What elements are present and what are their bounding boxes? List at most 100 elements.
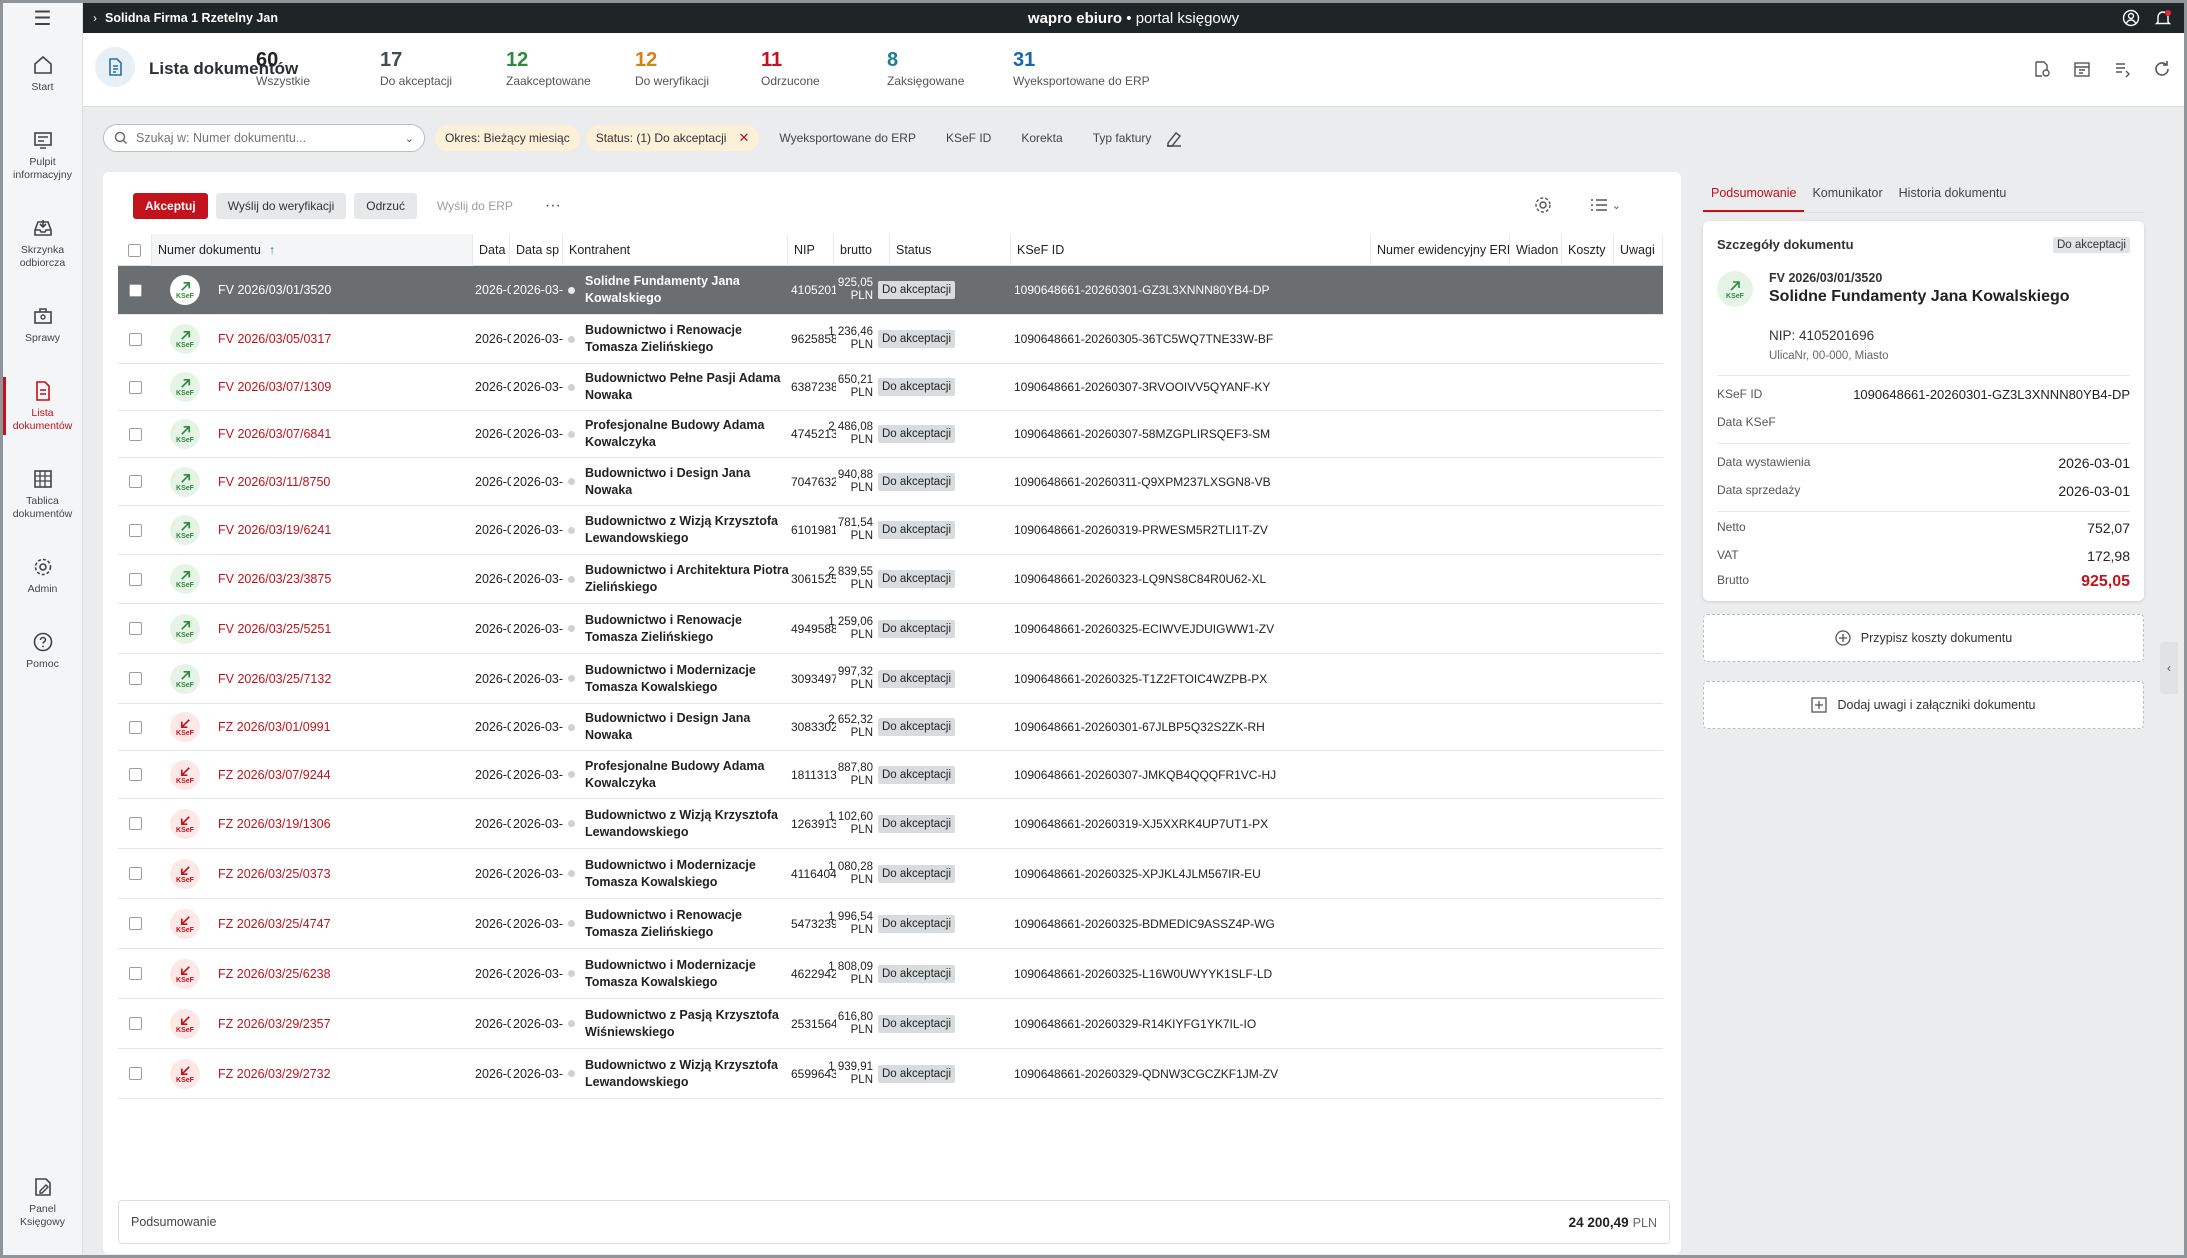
table-row[interactable]: KSeFFZ 2026/03/29/23572026-03-2026-03-Bu… bbox=[118, 999, 1663, 1049]
nav-item-accountant-panel[interactable]: Panel Księgowy bbox=[3, 1167, 82, 1237]
filter-chip-ksef[interactable]: KSeF ID bbox=[936, 125, 1001, 151]
row-checkbox[interactable] bbox=[128, 867, 142, 880]
column-header-11[interactable]: Koszty bbox=[1562, 234, 1614, 266]
table-row[interactable]: KSeFFV 2026/03/25/71322026-03-2026-03-Bu… bbox=[118, 654, 1663, 704]
column-header-12[interactable]: Uwagi bbox=[1614, 234, 1663, 266]
column-header-9[interactable]: Numer ewidencyjny ERP bbox=[1371, 234, 1510, 266]
stat-4[interactable]: 12 Do weryfikacji bbox=[635, 49, 709, 88]
row-checkbox-cell[interactable] bbox=[118, 799, 152, 848]
row-checkbox[interactable] bbox=[128, 283, 142, 297]
row-checkbox-cell[interactable] bbox=[118, 411, 152, 457]
document-number[interactable]: FV 2026/03/11/8750 bbox=[218, 458, 473, 505]
select-all-checkbox[interactable] bbox=[128, 243, 141, 257]
refresh-icon[interactable] bbox=[2152, 59, 2172, 79]
row-checkbox-cell[interactable] bbox=[118, 704, 152, 750]
send-to-erp-button[interactable]: Wyślij do ERP bbox=[425, 193, 525, 219]
document-number[interactable]: FZ 2026/03/29/2357 bbox=[218, 999, 473, 1048]
document-number[interactable]: FZ 2026/03/01/0991 bbox=[218, 704, 473, 750]
column-header-5[interactable]: NIP bbox=[788, 234, 834, 266]
row-checkbox[interactable] bbox=[128, 523, 142, 537]
row-checkbox-cell[interactable] bbox=[118, 751, 152, 798]
filter-chip-period[interactable]: Okres: Bieżący miesiąc bbox=[435, 125, 580, 151]
filter-chip-status[interactable]: Status: (1) Do akceptacji ✕ bbox=[585, 125, 760, 151]
nav-item-admin-gear[interactable]: Admin bbox=[3, 547, 82, 604]
user-account-icon[interactable] bbox=[2122, 9, 2140, 27]
document-number[interactable]: FZ 2026/03/25/0373 bbox=[218, 849, 473, 898]
row-checkbox-cell[interactable] bbox=[118, 315, 152, 363]
column-header-7[interactable]: Status bbox=[890, 234, 1011, 266]
close-icon[interactable]: ✕ bbox=[738, 130, 749, 146]
nav-item-home[interactable]: Start bbox=[3, 45, 82, 102]
clear-filters-eraser-icon[interactable] bbox=[1165, 129, 1183, 147]
row-checkbox-cell[interactable] bbox=[118, 506, 152, 554]
row-checkbox-cell[interactable] bbox=[118, 654, 152, 703]
column-header-3[interactable]: Data sp bbox=[510, 234, 563, 266]
table-row[interactable]: KSeFFV 2026/03/01/35202026-03-2026-03-So… bbox=[118, 266, 1663, 315]
row-checkbox[interactable] bbox=[128, 622, 142, 635]
send-to-verification-button[interactable]: Wyślij do weryfikacji bbox=[215, 193, 347, 219]
row-checkbox-cell[interactable] bbox=[118, 364, 152, 410]
column-header-8[interactable]: KSeF ID bbox=[1011, 234, 1371, 266]
document-number[interactable]: FZ 2026/03/19/1306 bbox=[218, 799, 473, 848]
search-input[interactable] bbox=[136, 131, 405, 145]
row-checkbox[interactable] bbox=[128, 427, 142, 441]
row-checkbox-cell[interactable] bbox=[118, 555, 152, 603]
column-header-10[interactable]: Wiadon bbox=[1510, 234, 1562, 266]
document-number[interactable]: FZ 2026/03/29/2732 bbox=[218, 1049, 473, 1098]
row-checkbox[interactable] bbox=[128, 572, 142, 586]
assign-costs-button[interactable]: Przypisz koszty dokumentu bbox=[1703, 614, 2144, 662]
company-selector[interactable]: Solidna Firma 1 Rzetelny Jan bbox=[105, 11, 278, 25]
stat-2[interactable]: 17 Do akceptacji bbox=[380, 49, 452, 88]
document-number[interactable]: FZ 2026/03/25/4747 bbox=[218, 899, 473, 948]
table-row[interactable]: KSeFFZ 2026/03/29/27322026-03-2026-03-Bu… bbox=[118, 1049, 1663, 1099]
tab-summary[interactable]: Podsumowanie bbox=[1703, 178, 1805, 212]
document-number[interactable]: FV 2026/03/25/5251 bbox=[218, 604, 473, 653]
table-row[interactable]: KSeFFV 2026/03/23/38752026-03-2026-03-Bu… bbox=[118, 555, 1663, 604]
document-number[interactable]: FV 2026/03/19/6241 bbox=[218, 506, 473, 554]
table-row[interactable]: KSeFFV 2026/03/07/13092026-03-2026-03-Bu… bbox=[118, 364, 1663, 411]
document-number[interactable]: FV 2026/03/07/1309 bbox=[218, 364, 473, 410]
row-checkbox-cell[interactable] bbox=[118, 849, 152, 898]
nav-item-briefcase[interactable]: Sprawy bbox=[3, 296, 82, 353]
nav-item-table[interactable]: Tablica dokumentów bbox=[3, 459, 82, 529]
row-checkbox[interactable] bbox=[128, 1017, 142, 1030]
settings-gear-icon[interactable] bbox=[1534, 196, 1552, 214]
table-row[interactable]: KSeFFZ 2026/03/07/92442026-03-2026-03-Pr… bbox=[118, 751, 1663, 799]
row-checkbox[interactable] bbox=[128, 672, 142, 685]
row-checkbox-cell[interactable] bbox=[118, 999, 152, 1048]
row-checkbox-cell[interactable] bbox=[118, 949, 152, 998]
search-box[interactable]: ⌄ bbox=[103, 124, 425, 152]
row-checkbox[interactable] bbox=[128, 1067, 142, 1080]
stat-3[interactable]: 12 Zaakceptowane bbox=[506, 49, 591, 88]
column-header-1[interactable]: Numer dokumentu ↑ bbox=[152, 234, 473, 266]
nav-item-inbox[interactable]: Skrzynka odbiorcza bbox=[3, 208, 82, 278]
more-actions-button[interactable]: ··· bbox=[533, 193, 573, 219]
table-row[interactable]: KSeFFV 2026/03/25/52512026-03-2026-03-Bu… bbox=[118, 604, 1663, 654]
table-row[interactable]: KSeFFZ 2026/03/25/47472026-03-2026-03-Bu… bbox=[118, 899, 1663, 949]
document-number[interactable]: FZ 2026/03/07/9244 bbox=[218, 751, 473, 798]
document-number[interactable]: FV 2026/03/23/3875 bbox=[218, 555, 473, 603]
document-number[interactable]: FV 2026/03/25/7132 bbox=[218, 654, 473, 703]
filter-chip-invoice-type[interactable]: Typ faktury bbox=[1083, 125, 1162, 151]
table-row[interactable]: KSeFFZ 2026/03/01/09912026-03-2026-03-Bu… bbox=[118, 704, 1663, 751]
row-checkbox-cell[interactable] bbox=[118, 899, 152, 948]
table-row[interactable]: KSeFFV 2026/03/11/87502026-03-2026-03-Bu… bbox=[118, 458, 1663, 506]
table-row[interactable]: KSeFFZ 2026/03/25/03732026-03-2026-03-Bu… bbox=[118, 849, 1663, 899]
row-checkbox[interactable] bbox=[128, 917, 142, 930]
document-number[interactable]: FV 2026/03/01/3520 bbox=[218, 266, 473, 314]
document-number[interactable]: FV 2026/03/07/6841 bbox=[218, 411, 473, 457]
nav-item-dashboard[interactable]: Pulpit informacyjny bbox=[3, 120, 82, 190]
table-row[interactable]: KSeFFV 2026/03/05/03172026-03-2026-03-Bu… bbox=[118, 315, 1663, 364]
filter-chip-correction[interactable]: Korekta bbox=[1011, 125, 1072, 151]
hamburger-menu-icon[interactable]: ☰ bbox=[3, 3, 82, 33]
document-number[interactable]: FZ 2026/03/25/6238 bbox=[218, 949, 473, 998]
row-checkbox-cell[interactable] bbox=[118, 266, 152, 314]
stat-1[interactable]: 60 Wszystkie bbox=[256, 49, 310, 88]
row-checkbox[interactable] bbox=[128, 380, 142, 394]
row-checkbox[interactable] bbox=[128, 475, 142, 488]
table-row[interactable]: KSeFFV 2026/03/07/68412026-03-2026-03-Pr… bbox=[118, 411, 1663, 458]
nav-item-help[interactable]: Pomoc bbox=[3, 622, 82, 679]
sort-ascending-icon[interactable]: ↑ bbox=[269, 243, 275, 257]
add-notes-attachments-button[interactable]: Dodaj uwagi i załączniki dokumentu bbox=[1703, 681, 2144, 729]
document-number[interactable]: FV 2026/03/05/0317 bbox=[218, 315, 473, 363]
